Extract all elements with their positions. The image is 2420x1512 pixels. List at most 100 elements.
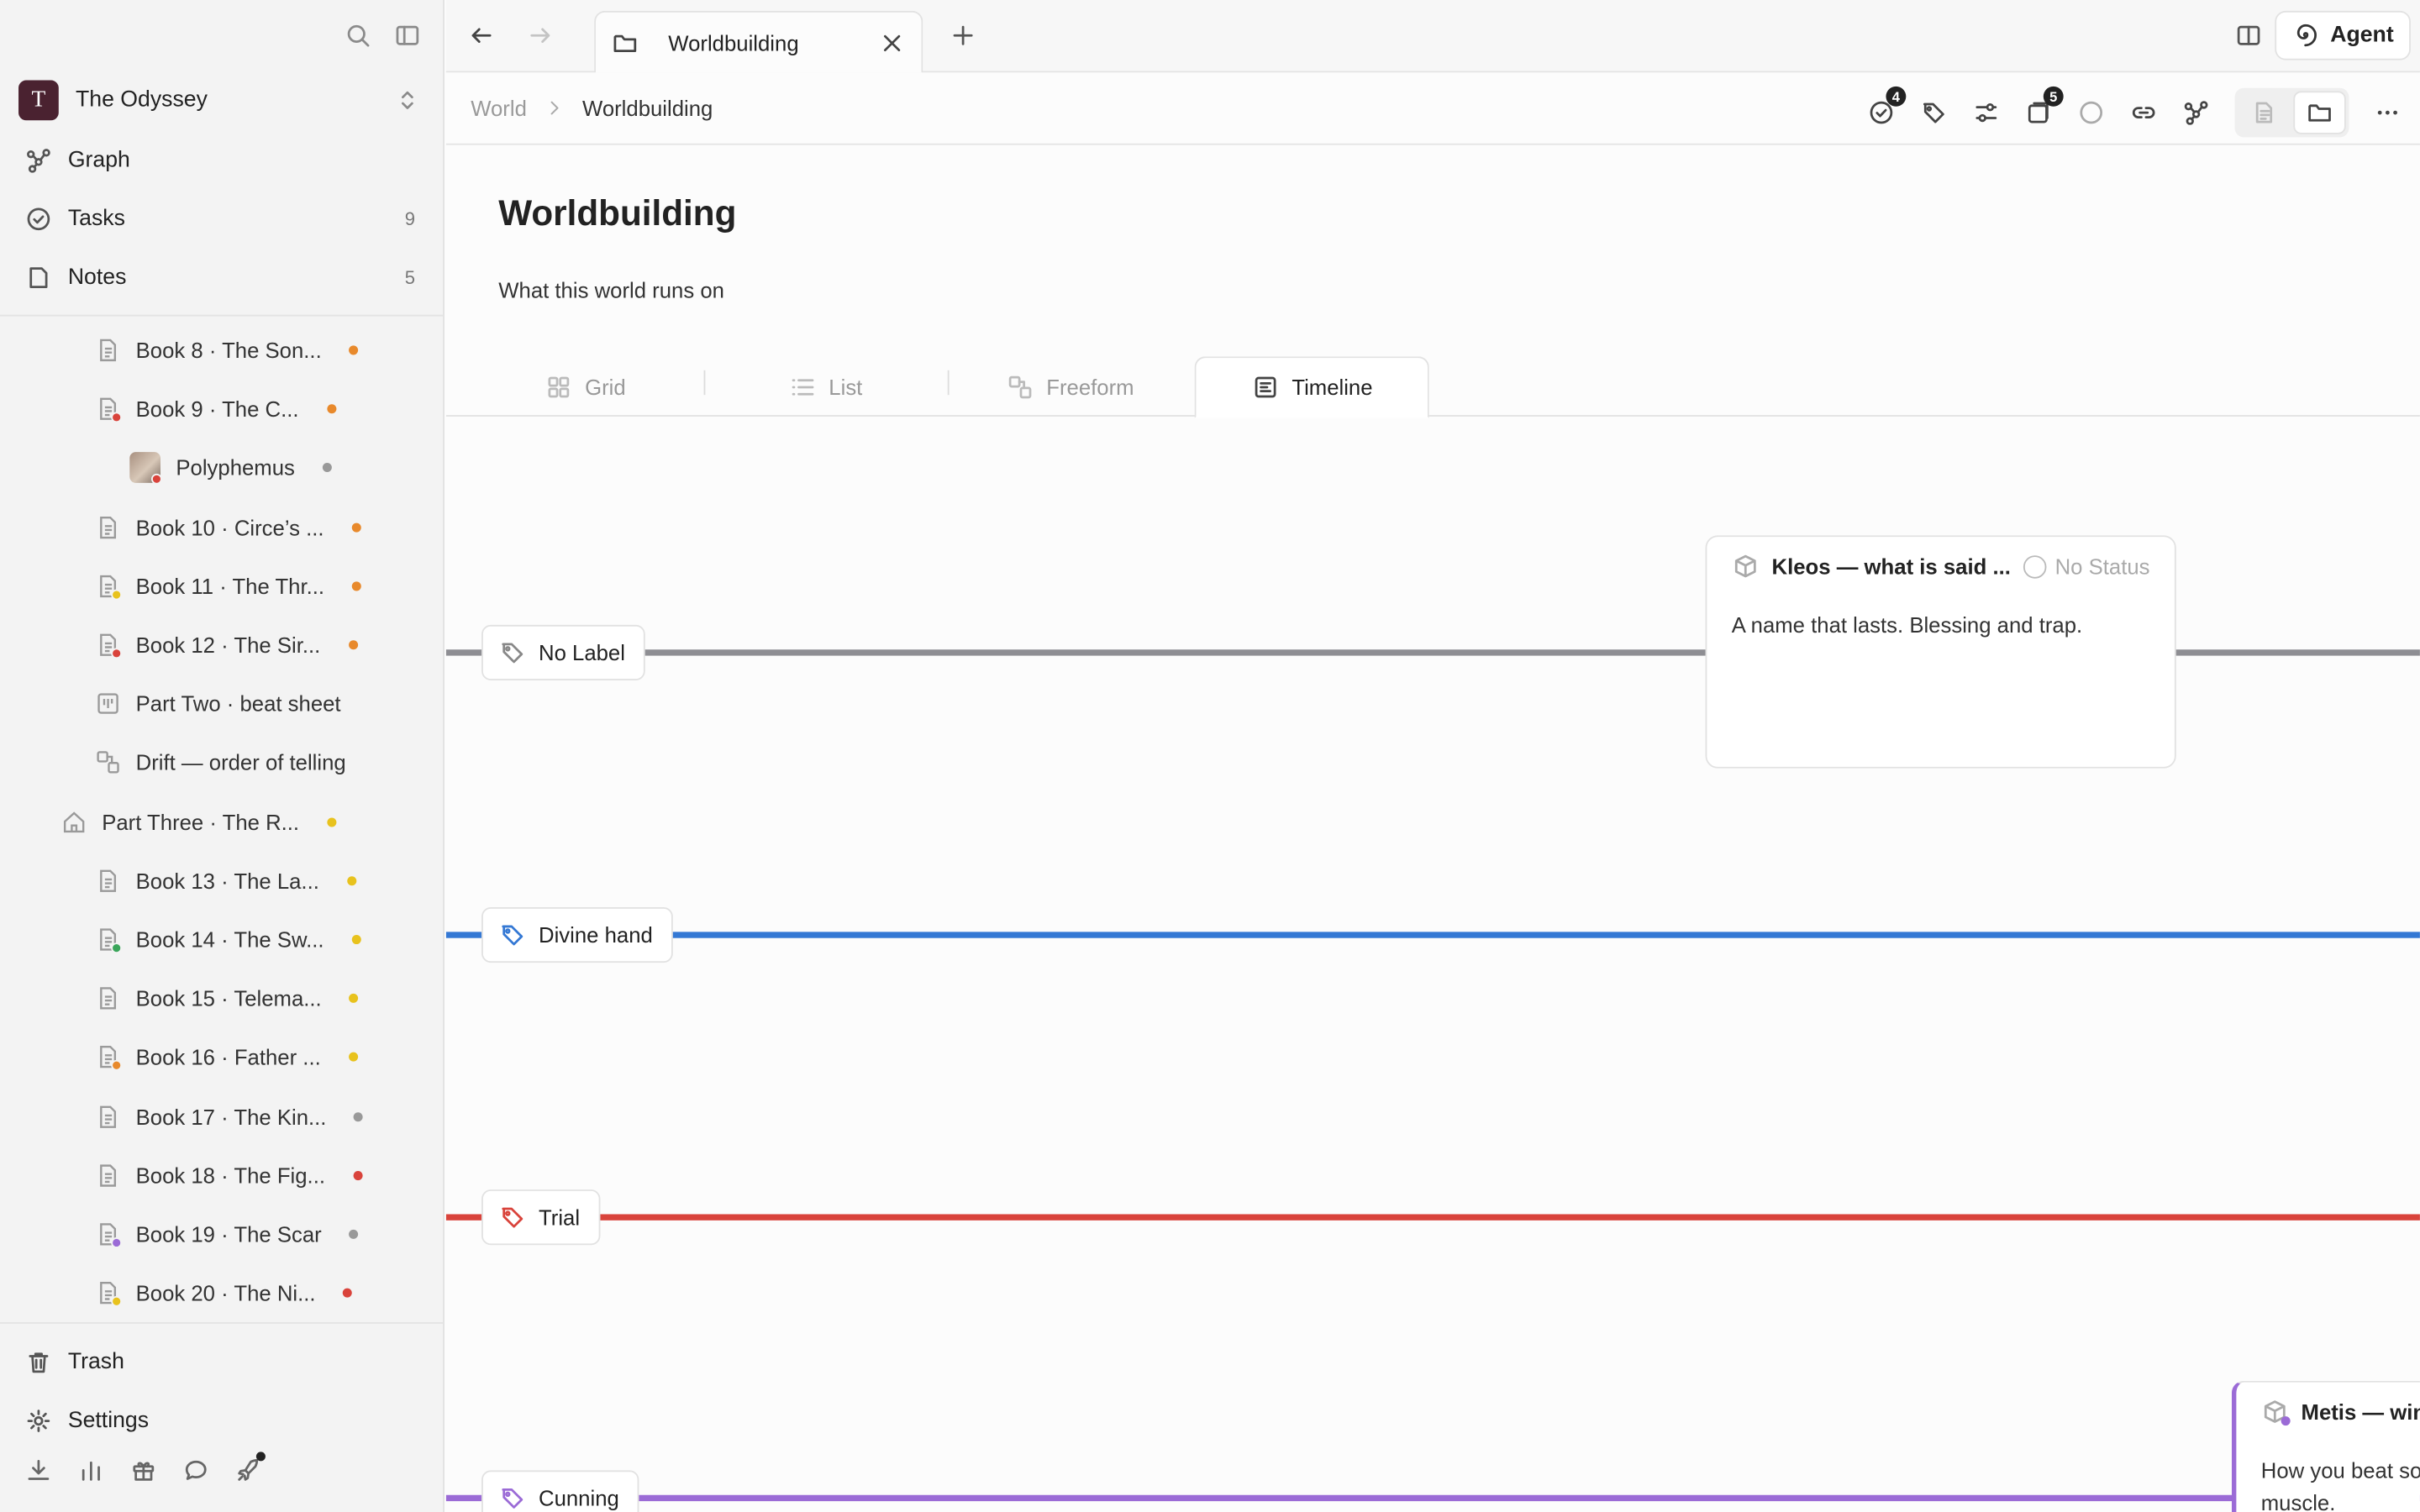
tree-item[interactable]: Part Three · The R... xyxy=(61,801,337,842)
page-subtitle[interactable]: What this world runs on xyxy=(498,278,724,302)
sidebar-toggle-icon[interactable] xyxy=(393,22,421,50)
status-dot xyxy=(343,1288,353,1299)
status-dot xyxy=(346,875,356,885)
thumbnail xyxy=(129,452,162,486)
lane-label[interactable]: Trial xyxy=(481,1189,600,1246)
tree-item[interactable]: Book 20 · The Ni... xyxy=(96,1273,353,1314)
lane-label[interactable]: Divine hand xyxy=(481,906,673,963)
link-icon[interactable] xyxy=(2130,99,2158,127)
nav-tasks-label: Tasks xyxy=(67,207,125,232)
workspace-avatar: T xyxy=(18,80,59,121)
tree-item[interactable]: Book 19 · The Scar xyxy=(96,1214,359,1254)
tree-item[interactable]: Book 12 · The Sir... xyxy=(96,625,358,665)
tag-icon xyxy=(498,638,526,666)
timeline-card[interactable]: Metis — winn How you beat so muscle. xyxy=(2231,1380,2420,1512)
tree-item[interactable]: Book 9 · The C... xyxy=(96,389,336,429)
plus-icon[interactable] xyxy=(950,22,977,50)
notes-count: 5 xyxy=(404,266,416,289)
tree-item-label: Part Two · beat sheet xyxy=(135,691,341,717)
nav-graph[interactable]: Graph xyxy=(24,140,415,181)
tree-item-label: Book 16 · Father ... xyxy=(135,1045,321,1070)
nav-trash-label: Trash xyxy=(67,1350,124,1375)
card-title: Kleos — what is said ... xyxy=(1771,554,2011,579)
chat-bubble-icon[interactable] xyxy=(182,1457,210,1484)
tree-item[interactable]: Book 11 · The Thr... xyxy=(96,566,362,606)
workspace-switcher[interactable]: T The Odyssey xyxy=(18,80,421,121)
page-title[interactable]: Worldbuilding xyxy=(498,193,736,235)
tree-item[interactable]: Part Two · beat sheet xyxy=(96,684,341,724)
cards-badge: 5 xyxy=(2043,86,2064,107)
nav-settings[interactable]: Settings xyxy=(24,1401,415,1441)
tree-item-label: Book 11 · The Thr... xyxy=(135,573,325,599)
status-badge[interactable]: No Status xyxy=(2023,554,2150,579)
nav-notes[interactable]: Notes 5 xyxy=(24,258,415,298)
divider xyxy=(947,370,950,396)
status-dot xyxy=(348,640,358,650)
tag-icon xyxy=(498,1204,526,1231)
tree-item[interactable]: Book 8 · The Son... xyxy=(96,330,359,370)
tab-worldbuilding[interactable]: Worldbuilding xyxy=(594,10,923,73)
status-dot xyxy=(354,1111,364,1121)
tab-grid-label: Grid xyxy=(585,374,626,399)
tasks-check-icon[interactable]: 4 xyxy=(1867,86,1907,127)
workspace-name: The Odyssey xyxy=(75,87,208,113)
back-arrow-icon[interactable] xyxy=(468,22,496,50)
more-icon[interactable] xyxy=(2374,99,2402,127)
trash-icon xyxy=(24,1348,52,1376)
lane-label-text: Divine hand xyxy=(539,922,653,948)
timeline-card[interactable]: Kleos — what is said ... No Status A nam… xyxy=(1705,535,2176,769)
document-mode-icon[interactable] xyxy=(2238,91,2290,134)
nav-trash[interactable]: Trash xyxy=(24,1342,415,1383)
lane-label[interactable]: Cunning xyxy=(481,1470,639,1512)
tab-timeline[interactable]: Timeline xyxy=(1194,356,1430,418)
close-icon[interactable] xyxy=(878,29,906,56)
chevron-right-icon xyxy=(545,94,564,122)
tree-item[interactable]: Book 17 · The Kin... xyxy=(96,1096,364,1137)
sidebar: T The Odyssey Graph Tasks 9 Notes 5 Book… xyxy=(0,0,445,1512)
split-view-icon[interactable] xyxy=(2235,22,2263,50)
lane-line xyxy=(445,932,2420,938)
rocket-icon[interactable] xyxy=(234,1452,266,1484)
check-circle-icon xyxy=(24,205,52,233)
tab-grid[interactable]: Grid xyxy=(544,356,626,417)
tab-list[interactable]: List xyxy=(789,356,862,417)
tasks-count: 9 xyxy=(404,207,416,230)
search-icon[interactable] xyxy=(345,22,372,50)
divider xyxy=(0,1322,444,1324)
gift-icon[interactable] xyxy=(129,1457,157,1484)
agent-button[interactable]: Agent xyxy=(2275,10,2411,60)
lane-label[interactable]: No Label xyxy=(481,624,645,680)
tree-item-label: Book 19 · The Scar xyxy=(135,1221,322,1247)
status-dot xyxy=(322,463,332,473)
folder-mode-icon[interactable] xyxy=(2293,91,2346,134)
nav-tasks[interactable]: Tasks 9 xyxy=(24,199,415,239)
status-dot xyxy=(349,1229,359,1239)
grid-icon xyxy=(544,373,572,401)
status-dot xyxy=(351,522,361,532)
tree-item[interactable]: Book 16 · Father ... xyxy=(96,1037,358,1078)
tree-item[interactable]: Book 18 · The Fig... xyxy=(96,1155,363,1195)
tree-item[interactable]: Book 15 · Telema... xyxy=(96,979,359,1019)
tree-item[interactable]: Book 14 · The Sw... xyxy=(96,920,361,960)
download-icon[interactable] xyxy=(24,1457,52,1484)
tree-item-label: Book 8 · The Son... xyxy=(135,338,322,363)
status-circle-icon[interactable] xyxy=(2077,99,2105,127)
sliders-icon[interactable] xyxy=(1972,99,2000,127)
graph-icon[interactable] xyxy=(2182,99,2210,127)
badge-dot xyxy=(111,1237,123,1248)
breadcrumb-parent[interactable]: World xyxy=(471,96,527,120)
lane-line xyxy=(445,1494,2420,1502)
card-body: A name that lasts. Blessing and trap. xyxy=(1731,612,2083,638)
cards-icon[interactable]: 5 xyxy=(2025,86,2064,127)
tree-item[interactable]: Book 13 · The La... xyxy=(96,861,356,901)
tree-item[interactable]: Drift — order of telling xyxy=(96,743,346,783)
forward-arrow-icon[interactable] xyxy=(526,22,554,50)
tag-icon[interactable] xyxy=(1920,99,1948,127)
breadcrumb-current: Worldbuilding xyxy=(582,95,713,121)
tree-item[interactable]: Book 10 · Circe’s ... xyxy=(96,507,361,548)
bar-chart-icon[interactable] xyxy=(77,1457,105,1484)
tree-item-label: Book 20 · The Ni... xyxy=(135,1280,316,1306)
view-tabs: Grid List Freeform Timeline xyxy=(445,356,2420,418)
tree-item[interactable]: Polyphemus xyxy=(129,448,332,488)
tab-freeform[interactable]: Freeform xyxy=(1007,356,1134,417)
